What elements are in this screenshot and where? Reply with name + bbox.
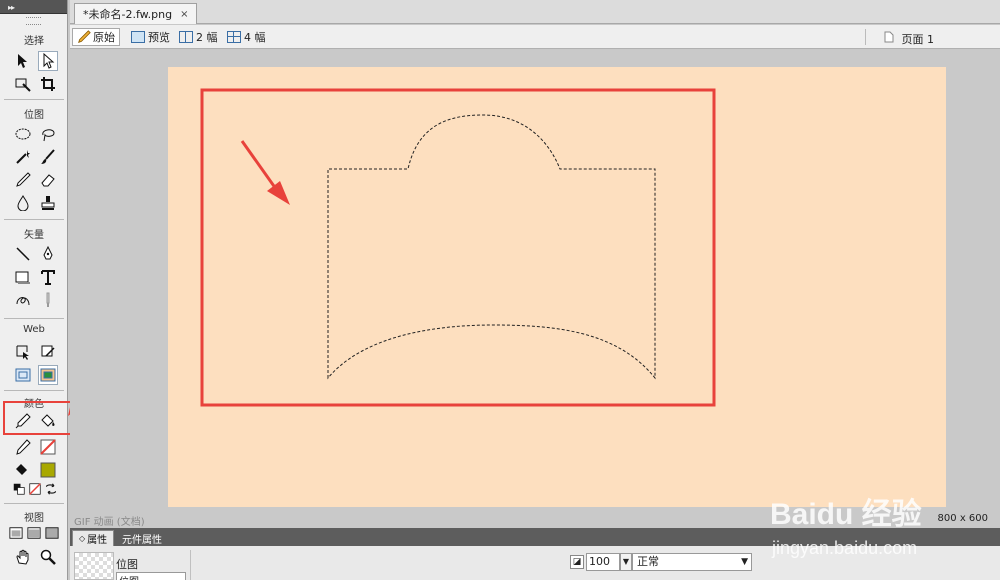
- fill-color-swatch[interactable]: [38, 460, 58, 480]
- rectangle-tool-icon[interactable]: [13, 267, 33, 287]
- page-indicator[interactable]: 页面 1: [902, 31, 935, 47]
- blend-mode-value: 正常: [637, 555, 659, 568]
- tools-panel: ▸▸ 选择 位图 矢量 Web 颜色 视图: [0, 0, 104, 580]
- marquee-selection[interactable]: [327, 114, 656, 380]
- hide-slices-icon[interactable]: [13, 365, 33, 385]
- pen-tool-icon[interactable]: [38, 244, 58, 264]
- four-up-view-button[interactable]: 4 幅: [222, 28, 271, 46]
- close-tab-icon[interactable]: ×: [180, 9, 188, 20]
- zoom-tool-icon[interactable]: [38, 547, 58, 567]
- object-type-label: 位图: [116, 558, 138, 571]
- document-type-status: GIF 动画 (文档): [74, 517, 145, 528]
- four-up-icon: [227, 31, 241, 43]
- knife-tool-icon[interactable]: [38, 290, 58, 310]
- stroke-pencil-icon: [13, 437, 33, 457]
- crop-tool-icon[interactable]: [38, 74, 58, 94]
- opacity-dropdown-icon[interactable]: ▼: [620, 553, 632, 571]
- freeform-tool-icon[interactable]: [13, 290, 33, 310]
- section-vector-label: 矢量: [24, 230, 44, 241]
- page-icon: [884, 31, 894, 43]
- document-tab-title: *未命名-2.fw.png: [83, 8, 173, 21]
- divider: [4, 99, 64, 100]
- divider: [4, 219, 64, 220]
- lasso-tool-icon[interactable]: [38, 124, 58, 144]
- original-view-label: 原始: [93, 31, 115, 44]
- tab-properties[interactable]: ◇ 属性: [72, 530, 115, 546]
- show-slices-icon[interactable]: [38, 365, 58, 385]
- pencil-icon: [78, 30, 91, 43]
- tab-symbol-properties-label: 元件属性: [122, 534, 162, 546]
- highlight-rectangle: [200, 88, 716, 407]
- stroke-color-swatch[interactable]: [38, 437, 58, 457]
- view-mode-bar: 原始 预览 2 幅 4 幅 页面 1: [70, 25, 1000, 49]
- four-up-view-label: 4 幅: [244, 31, 266, 44]
- text-tool-icon[interactable]: [38, 267, 58, 287]
- hotspot-tool-icon[interactable]: [13, 342, 33, 362]
- rubber-stamp-tool-icon[interactable]: [38, 193, 58, 213]
- document-tab[interactable]: *未命名-2.fw.png ×: [74, 3, 198, 24]
- object-name-field[interactable]: 位图: [116, 572, 186, 580]
- marquee-tool-icon[interactable]: [13, 124, 33, 144]
- tab-properties-label: 属性: [87, 535, 108, 546]
- full-screen-mode-icon[interactable]: [44, 525, 60, 541]
- swap-colors-icon[interactable]: [44, 482, 58, 496]
- annotation-arrow-line: [240, 140, 278, 190]
- magic-wand-tool-icon[interactable]: [13, 147, 33, 167]
- two-up-view-button[interactable]: 2 幅: [174, 28, 223, 46]
- canvas-workspace: [70, 50, 1000, 528]
- hand-tool-icon[interactable]: [13, 547, 33, 567]
- divider: [4, 503, 64, 504]
- opacity-control: ◪ 100 ▼: [570, 553, 632, 571]
- brush-tool-icon[interactable]: [38, 147, 58, 167]
- pencil-tool-icon[interactable]: [13, 170, 33, 190]
- slice-tool-icon[interactable]: [38, 342, 58, 362]
- divider: [865, 29, 866, 45]
- original-view-button[interactable]: 原始: [72, 28, 120, 46]
- blur-tool-icon[interactable]: [13, 193, 33, 213]
- section-web-label: Web: [23, 324, 45, 335]
- blend-mode-select[interactable]: 正常 ▼: [632, 553, 752, 571]
- default-colors-icon[interactable]: [12, 482, 26, 496]
- annotation-arrow-head: [267, 181, 290, 205]
- panel-grip[interactable]: [26, 17, 41, 25]
- section-select-label: 选择: [24, 36, 44, 47]
- scale-tool-icon[interactable]: [13, 74, 33, 94]
- watermark-brand: Baidu 经验: [770, 497, 922, 531]
- preview-view-button[interactable]: 预览: [126, 28, 175, 46]
- standard-screen-mode-icon[interactable]: [8, 525, 24, 541]
- pointer-tool-icon[interactable]: [13, 51, 33, 71]
- opacity-field[interactable]: 100: [586, 553, 620, 571]
- section-bitmap-label: 位图: [24, 110, 44, 121]
- watermark-url: jingyan.baidu.com: [771, 538, 917, 558]
- object-thumbnail: [74, 552, 114, 580]
- canvas-drawing: [200, 88, 716, 407]
- watermark-logo: Baidu 经验 jingyan.baidu.com: [770, 497, 922, 558]
- tools-panel-header[interactable]: ▸▸: [0, 0, 67, 14]
- chevron-down-icon: ▼: [741, 557, 748, 567]
- opacity-icon: ◪: [570, 555, 584, 569]
- divider: [4, 318, 64, 319]
- fill-bucket-icon: [13, 460, 33, 480]
- collapse-icon: ◇: [79, 534, 86, 543]
- two-up-icon: [179, 31, 193, 43]
- two-up-view-label: 2 幅: [196, 31, 218, 44]
- preview-view-label: 预览: [148, 31, 170, 44]
- baidu-watermark: Baidu 经验 jingyan.baidu.com: [760, 492, 1000, 562]
- no-stroke-fill-icon[interactable]: [28, 482, 42, 496]
- fireworks-window: ▸▸ 选择 位图 矢量 Web 颜色 视图 *未命名-2.fw.png × 原始…: [0, 0, 1000, 580]
- preview-icon: [131, 31, 145, 43]
- line-tool-icon[interactable]: [13, 244, 33, 264]
- divider: [4, 390, 64, 391]
- section-view-label: 视图: [24, 513, 44, 524]
- subselection-tool-icon[interactable]: [38, 51, 58, 71]
- collapse-icon[interactable]: ▸▸: [8, 3, 15, 12]
- divider: [190, 550, 191, 580]
- eraser-tool-icon[interactable]: [38, 170, 58, 190]
- document-tab-bar: *未命名-2.fw.png ×: [70, 0, 1000, 24]
- tab-symbol-properties[interactable]: 元件属性: [116, 530, 168, 546]
- document-canvas[interactable]: [168, 67, 946, 507]
- full-screen-menus-icon[interactable]: [26, 525, 42, 541]
